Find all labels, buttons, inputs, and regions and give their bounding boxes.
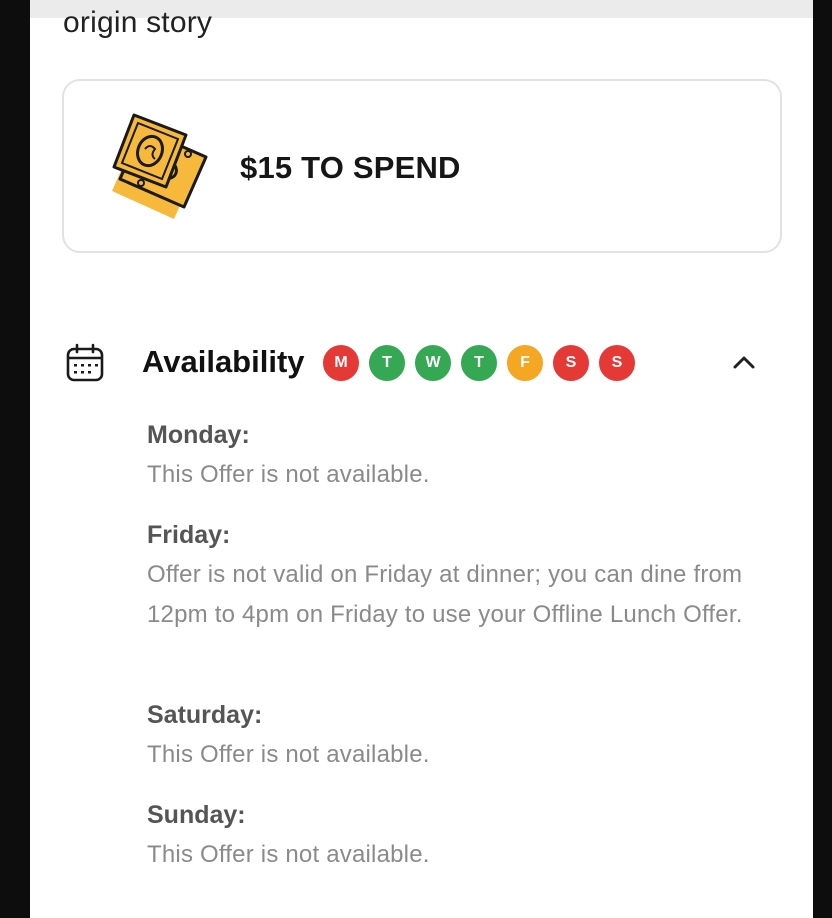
day-badge-monday: M — [321, 343, 361, 383]
day-badge-tuesday: T — [367, 343, 407, 383]
day-badge-sunday: S — [597, 343, 637, 383]
availability-detail-saturday: Saturday: This Offer is not available. — [147, 695, 787, 775]
detail-day-text: This Offer is not available. — [147, 741, 430, 768]
detail-day-name: Sunday: — [147, 801, 246, 829]
day-badge-wednesday: W — [413, 343, 453, 383]
day-badge-thursday: T — [459, 343, 499, 383]
calendar-icon — [66, 343, 104, 382]
spend-card: $15 TO SPEND — [62, 79, 782, 253]
availability-header[interactable]: Availability M T W T F S S — [64, 338, 774, 388]
detail-day-text: Offer is not valid on Friday at dinner; … — [147, 561, 743, 628]
detail-day-text: This Offer is not available. — [147, 461, 430, 488]
detail-day-name: Monday: — [147, 421, 250, 449]
spend-amount-label: $15 TO SPEND — [240, 150, 461, 185]
chevron-up-icon[interactable] — [730, 348, 758, 376]
money-bills-icon — [112, 113, 208, 219]
availability-detail-sunday: Sunday: This Offer is not available. — [147, 795, 787, 875]
availability-detail-friday: Friday: Offer is not valid on Friday at … — [147, 515, 787, 635]
detail-day-name: Saturday: — [147, 701, 263, 729]
detail-day-text: This Offer is not available. — [147, 841, 430, 868]
day-badge-friday: F — [505, 343, 545, 383]
day-badge-saturday: S — [551, 343, 591, 383]
availability-title: Availability — [142, 344, 305, 379]
origin-subtitle: origin story — [63, 6, 213, 39]
availability-detail-monday: Monday: This Offer is not available. — [147, 415, 787, 495]
detail-day-name: Friday: — [147, 521, 231, 549]
